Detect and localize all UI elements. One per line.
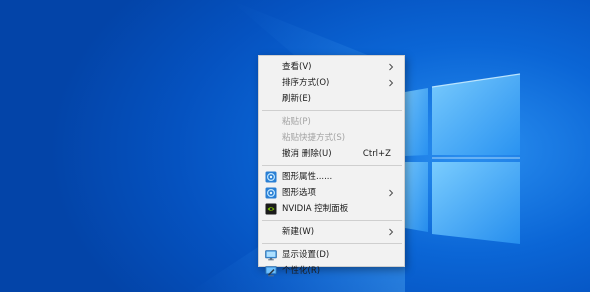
menu-item-personalize-label: 个性化(R): [282, 266, 321, 276]
menu-item-paste-label: 粘贴(P): [282, 117, 311, 127]
chevron-right-icon: [389, 228, 394, 236]
display-settings-icon: [265, 250, 277, 261]
menu-item-view-label: 查看(V): [282, 62, 312, 72]
personalize-icon: [265, 266, 277, 277]
menu-item-undo-delete[interactable]: 撤消 删除(U) Ctrl+Z: [259, 146, 404, 162]
graphics-properties-icon: [265, 171, 277, 183]
menu-separator: [262, 110, 402, 111]
graphics-options-icon: [265, 187, 277, 199]
menu-item-paste-shortcut: 粘贴快捷方式(S): [259, 130, 404, 146]
menu-item-graphics-options-label: 图形选项: [282, 188, 317, 198]
chevron-right-icon: [389, 63, 394, 71]
menu-item-refresh-label: 刷新(E): [282, 94, 312, 104]
undo-shortcut-hint: Ctrl+Z: [362, 149, 391, 159]
menu-item-personalize[interactable]: 个性化(R): [259, 263, 404, 279]
menu-item-sort-by-label: 排序方式(O): [282, 78, 330, 88]
menu-item-paste: 粘贴(P): [259, 114, 404, 130]
chevron-right-icon: [389, 189, 394, 197]
menu-separator: [262, 165, 402, 166]
menu-item-graphics-properties-label: 图形属性......: [282, 172, 333, 182]
menu-item-refresh[interactable]: 刷新(E): [259, 91, 404, 107]
menu-item-display-settings[interactable]: 显示设置(D): [259, 247, 404, 263]
nvidia-icon: [265, 203, 277, 215]
chevron-right-icon: [389, 79, 394, 87]
desktop-context-menu: 查看(V) 排序方式(O) 刷新(E) 粘贴(P) 粘贴快捷方式(S) 撤消 删…: [258, 55, 405, 277]
menu-item-new[interactable]: 新建(W): [259, 224, 404, 240]
menu-item-sort-by[interactable]: 排序方式(O): [259, 75, 404, 91]
menu-separator: [262, 243, 402, 244]
menu-item-display-settings-label: 显示设置(D): [282, 250, 330, 260]
menu-item-nvidia-control-panel-label: NVIDIA 控制面板: [282, 204, 349, 214]
menu-separator: [262, 220, 402, 221]
menu-item-graphics-properties[interactable]: 图形属性......: [259, 169, 404, 185]
menu-item-view[interactable]: 查看(V): [259, 59, 404, 75]
menu-item-graphics-options[interactable]: 图形选项: [259, 185, 404, 201]
menu-item-undo-delete-label: 撤消 删除(U): [282, 149, 332, 159]
menu-item-new-label: 新建(W): [282, 227, 315, 237]
menu-item-nvidia-control-panel[interactable]: NVIDIA 控制面板: [259, 201, 404, 217]
menu-item-paste-shortcut-label: 粘贴快捷方式(S): [282, 133, 346, 143]
